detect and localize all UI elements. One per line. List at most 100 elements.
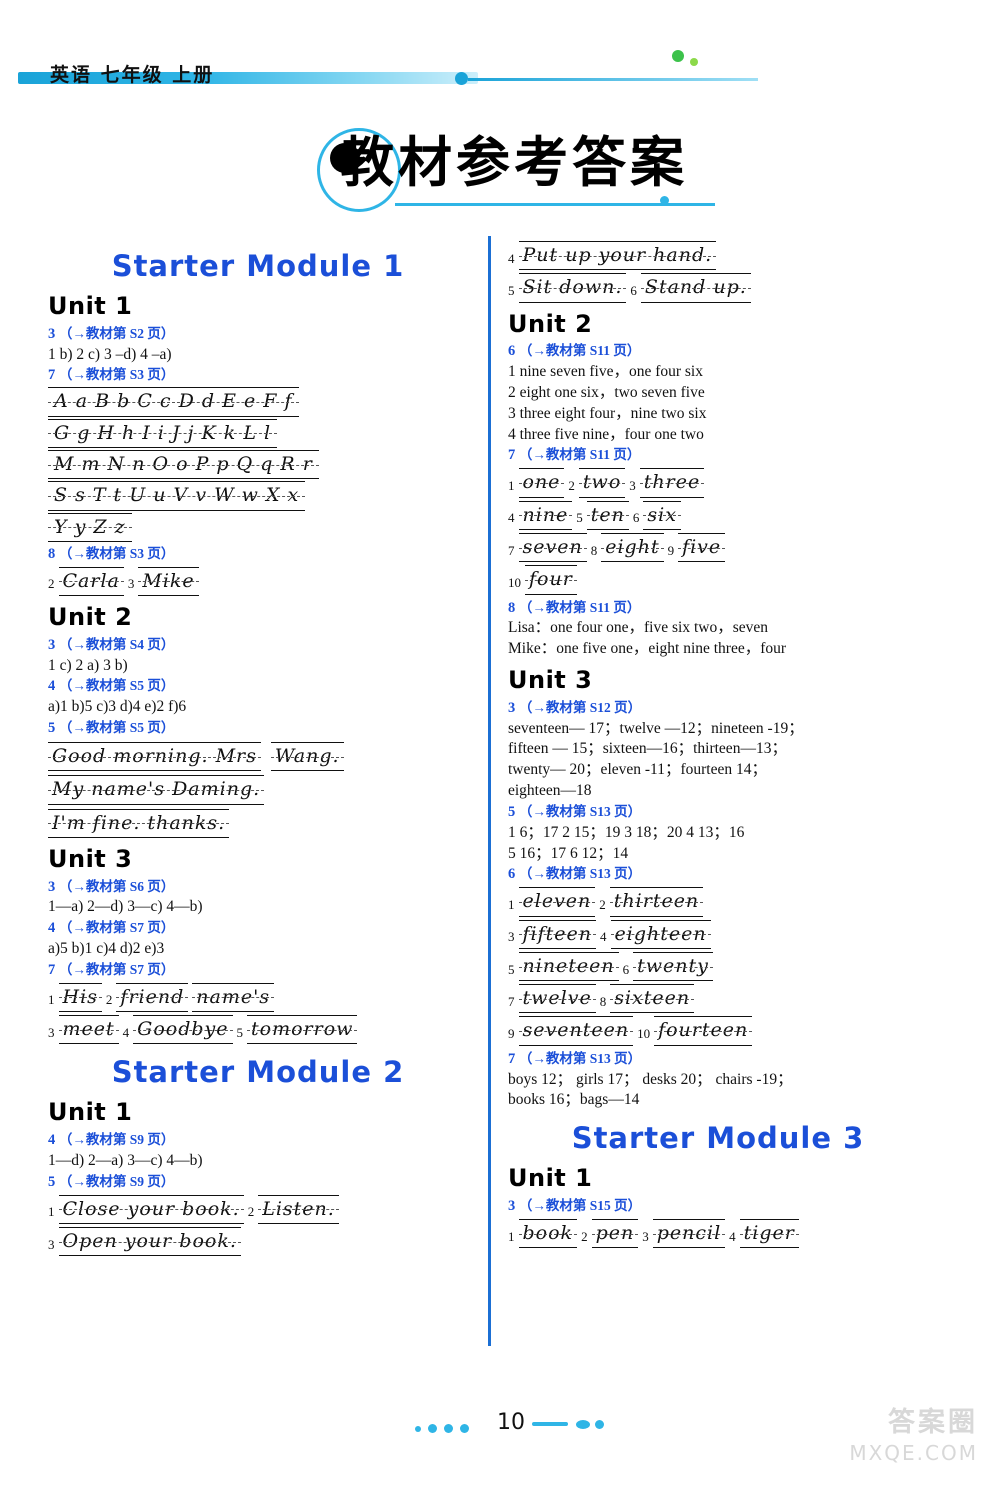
handwriting-item: 6 twenty bbox=[623, 951, 713, 982]
handwriting-answer: eleven bbox=[518, 887, 596, 917]
answer-line: a)5 b)1 c)4 d)2 e)3 bbox=[48, 940, 165, 958]
question-ref: 3 （→教材第 S15 页） bbox=[508, 1196, 928, 1216]
handwriting-answer: eight bbox=[601, 532, 664, 563]
handwriting-item: 1 Close your book. bbox=[48, 1194, 244, 1224]
unit-title: Unit 2 bbox=[508, 309, 593, 338]
question-ref: 8 （→教材第 S11 页） bbox=[508, 598, 928, 618]
question-ref: 3 （→教材第 S12 页） bbox=[508, 698, 928, 718]
handwriting-item: 2 pen bbox=[581, 1218, 639, 1249]
handwriting-answer: His bbox=[58, 982, 103, 1012]
question-number: 3 bbox=[48, 636, 59, 653]
unit-title: Unit 1 bbox=[48, 292, 133, 321]
item-number: 8 bbox=[599, 993, 607, 1009]
textbook-ref: （→教材第 S13 页） bbox=[518, 1050, 642, 1066]
answer-line: 1 nine seven five，one four six bbox=[508, 363, 703, 381]
handwriting-answer: fifteen bbox=[518, 919, 597, 949]
handwriting-item: 5 nineteen bbox=[508, 951, 619, 982]
textbook-ref: （→教材第 S5 页） bbox=[58, 678, 175, 694]
question-ref: 4 （→教材第 S9 页） bbox=[48, 1130, 468, 1150]
item-number: 6 bbox=[630, 283, 637, 298]
alphabet-box: Y y Z z bbox=[48, 512, 132, 542]
handwriting-answer: Open your book. bbox=[58, 1226, 242, 1257]
question-number: 4 bbox=[48, 678, 59, 695]
handwriting-item: 5 tomorrow bbox=[237, 1014, 358, 1045]
handwriting-item: 4 Goodbye bbox=[123, 1014, 233, 1045]
question-number: 8 bbox=[48, 545, 59, 562]
question-ref: 7 （→教材第 S13 页） bbox=[508, 1049, 928, 1069]
item-number: 1 bbox=[48, 1204, 55, 1220]
item-number: 1 bbox=[48, 992, 55, 1008]
question-ref: 6 （→教材第 S13 页） bbox=[508, 864, 928, 884]
alphabet-box: A a B b C c D d E e F f bbox=[48, 387, 299, 417]
handwriting-item: name's bbox=[192, 982, 275, 1012]
handwriting-row: 7 twelve 8 sixteen bbox=[508, 984, 928, 1014]
module-title: Starter Module 2 bbox=[111, 1055, 405, 1090]
handwriting-answer: Good morning. Mrs bbox=[48, 741, 261, 772]
handwriting-answer: pencil bbox=[652, 1218, 726, 1249]
textbook-ref: （→教材第 S2 页） bbox=[58, 325, 175, 341]
footer-decoration-left bbox=[415, 1424, 469, 1433]
textbook-ref: （→教材第 S7 页） bbox=[58, 920, 175, 936]
handwriting-item: 9 five bbox=[668, 532, 726, 563]
question-ref: 5 （→教材第 S9 页） bbox=[48, 1172, 468, 1192]
answer-line: 5 16；17 6 12；14 bbox=[508, 844, 629, 862]
question-number: 6 bbox=[508, 343, 519, 360]
question-ref: 5 （→教材第 S13 页） bbox=[508, 802, 928, 822]
answer-line: 1 b) 2 c) 3 –d) 4 –a) bbox=[48, 345, 172, 363]
handwriting-item: 6 Stand up. bbox=[630, 273, 751, 303]
handwriting-item: 9 seventeen bbox=[508, 1016, 634, 1046]
item-number: 2 bbox=[48, 576, 55, 592]
question-ref: 5 （→教材第 S5 页） bbox=[48, 718, 468, 738]
handwriting-answer: meet bbox=[58, 1014, 119, 1045]
question-ref: 8 （→教材第 S3 页） bbox=[48, 544, 468, 564]
handwriting-answer: nineteen bbox=[518, 951, 619, 982]
item-number: 2 bbox=[581, 1228, 588, 1244]
handwriting-item: 10 four bbox=[508, 565, 577, 595]
textbook-ref: （→教材第 S3 页） bbox=[58, 545, 175, 561]
header-lightgreen-dot-icon bbox=[690, 58, 698, 66]
answer-line: seventeen— 17；twelve —12；nineteen -19； bbox=[508, 719, 804, 737]
header-dot-icon bbox=[455, 72, 468, 85]
question-number: 5 bbox=[508, 803, 519, 820]
handwriting-item: 2 two bbox=[568, 468, 626, 498]
item-number: 2 bbox=[247, 1204, 255, 1220]
book-title: 英语 七年级 上册 bbox=[50, 64, 215, 86]
handwriting-answer: four bbox=[525, 565, 577, 595]
textbook-ref: （→教材第 S13 页） bbox=[518, 866, 642, 882]
textbook-ref: （→教材第 S7 页） bbox=[58, 961, 175, 977]
item-number: 6 bbox=[632, 510, 640, 526]
handwriting-item: 3 three bbox=[629, 468, 705, 498]
item-number: 4 bbox=[508, 510, 515, 526]
item-number: 2 bbox=[105, 992, 113, 1008]
question-ref: 7 （→教材第 S7 页） bbox=[48, 960, 468, 980]
handwriting-answer: Put up your hand. bbox=[518, 241, 717, 271]
question-number: 3 bbox=[508, 699, 519, 716]
handwriting-answer: tiger bbox=[739, 1218, 800, 1249]
handwriting-item: 3 Open your book. bbox=[48, 1226, 242, 1257]
handwriting-answer: fourteen bbox=[654, 1016, 753, 1046]
alphabet-box: G g H h I i J j K k L l bbox=[48, 418, 278, 448]
unit-title: Unit 3 bbox=[508, 666, 593, 695]
unit-title: Unit 1 bbox=[48, 1098, 133, 1127]
handwriting-answer: two bbox=[578, 468, 626, 498]
answer-line: 1—a) 2—d) 3—c) 4—b) bbox=[48, 898, 203, 916]
question-ref: 7 （→教材第 S11 页） bbox=[508, 445, 928, 465]
answer-line: 4 three five nine，four one two bbox=[508, 425, 704, 443]
item-number: 4 bbox=[508, 250, 515, 266]
alphabet-row: S s T t U u V v W w X x bbox=[48, 481, 468, 511]
handwriting-answer: nine bbox=[518, 500, 573, 530]
handwriting-row: I'm fine. thanks. bbox=[48, 808, 468, 838]
handwriting-item: 10 fourteen bbox=[637, 1016, 753, 1046]
handwriting-answer: Wang. bbox=[270, 741, 344, 772]
handwriting-item: 1 one bbox=[508, 468, 565, 498]
item-number: 5 bbox=[576, 510, 583, 526]
handwriting-item: 3 Mike bbox=[128, 566, 199, 597]
item-number: 4 bbox=[729, 1228, 736, 1244]
answer-line: Mike：one five one，eight nine three，four bbox=[508, 640, 787, 658]
handwriting-answer: Sit down. bbox=[518, 273, 627, 303]
handwriting-answer: I'm fine. thanks. bbox=[48, 808, 230, 838]
question-number: 4 bbox=[48, 920, 59, 937]
answer-line: 1—d) 2—a) 3—c) 4—b) bbox=[48, 1151, 203, 1169]
item-number: 9 bbox=[508, 1026, 515, 1042]
alphabet-box: M m N n O o P p Q q R r bbox=[48, 449, 319, 480]
